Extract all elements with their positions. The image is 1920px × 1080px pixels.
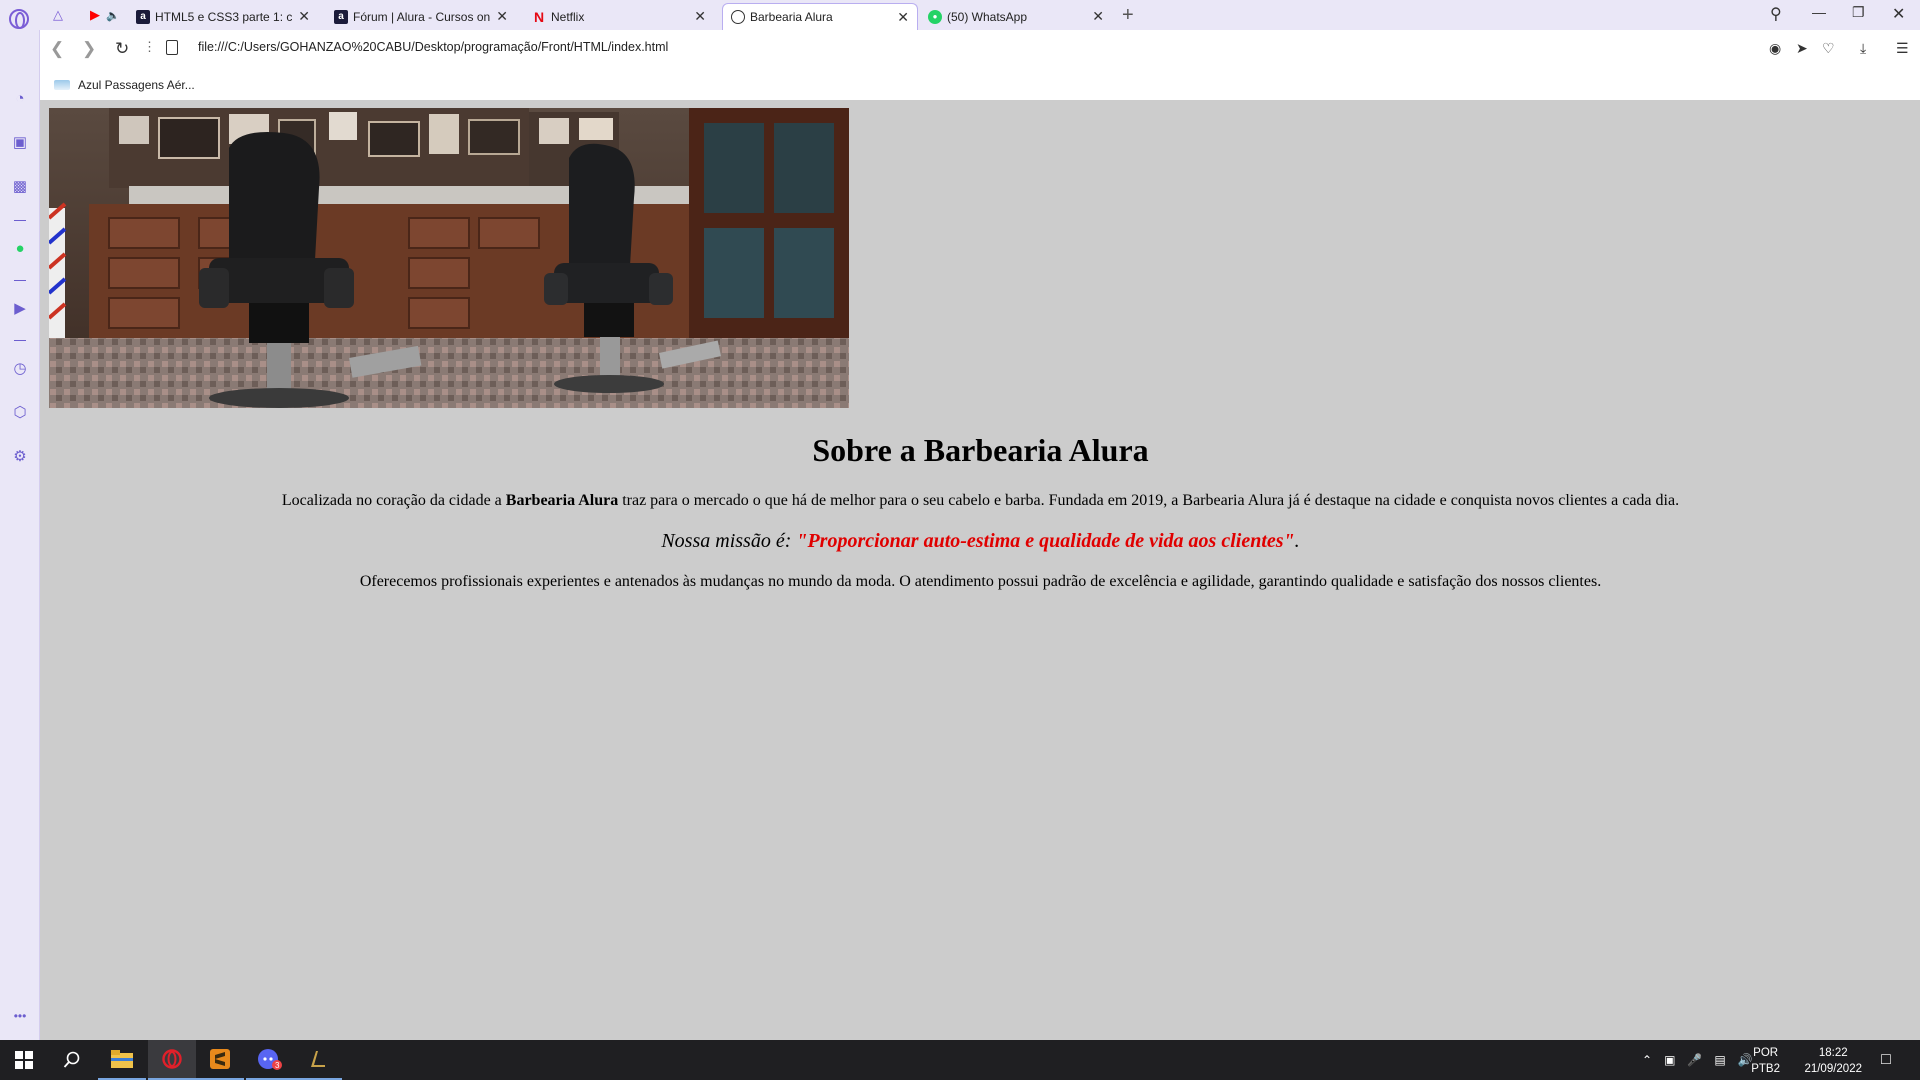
search-tabs-icon[interactable]: ⚲ [1770, 4, 1782, 24]
mission-quote: "Proporcionar auto-estima e qualidade de… [796, 530, 1295, 552]
more-nav-icon: ⋮ [143, 39, 156, 54]
about-text-start: Localizada no coração da cidade a [281, 492, 506, 509]
tab-netflix[interactable]: N Netflix ✕ [524, 3, 714, 30]
download-icon[interactable]: ⤓ [1860, 40, 1866, 57]
page-title: Sobre a Barbearia Alura [812, 432, 1149, 468]
tab-barbearia-alura[interactable]: Barbearia Alura ✕ [722, 3, 918, 30]
forward-button[interactable]: ❯ [82, 39, 96, 59]
gamepad-icon[interactable]: △ [47, 5, 69, 25]
tab-whatsapp[interactable]: ● (50) WhatsApp ✕ [920, 3, 1112, 30]
alura-icon: a [334, 9, 348, 24]
globe-icon [731, 10, 745, 24]
windows-start-icon[interactable] [0, 1040, 48, 1080]
show-hidden-icons-chevron-icon[interactable]: ⌃ [1642, 1053, 1652, 1067]
search-icon[interactable] [48, 1040, 96, 1080]
system-tray: ⌃ ▣ 🎤 ▤ 🔊 [1642, 1040, 1753, 1080]
browser-tab-bar: △ ▶ 🔈 a HTML5 e CSS3 parte 1: crie ✕ a F… [0, 0, 1920, 30]
snapshot-camera-icon[interactable]: ◉ [1769, 40, 1781, 57]
sidebar-separator [14, 340, 26, 341]
back-button[interactable]: ❮ [50, 39, 64, 59]
close-icon[interactable]: ✕ [1092, 8, 1104, 25]
about-paragraph: Localizada no coração da cidade a Barbea… [41, 492, 1920, 510]
reload-button[interactable]: ↻ [115, 39, 129, 59]
about-brand-name: Barbearia Alura [505, 492, 619, 509]
more-dots-icon[interactable]: ••• [10, 1006, 30, 1026]
close-window-button[interactable]: ✕ [1892, 4, 1905, 24]
file-page-icon[interactable] [166, 40, 178, 55]
alura-icon: a [136, 9, 150, 24]
player-icon[interactable]: ▶ [10, 298, 30, 318]
game-launcher-icon[interactable] [294, 1040, 342, 1080]
mission-period: . [1294, 530, 1300, 552]
bookmarks-bar: Azul Passagens Aér... [40, 70, 1920, 100]
heart-icon[interactable]: ♡ [1822, 40, 1835, 57]
speed-dial-icon[interactable]: ◔ [10, 88, 30, 108]
opera-taskbar-icon[interactable] [148, 1040, 196, 1080]
services-paragraph: Oferecemos profissionais experientes e a… [359, 573, 1602, 590]
netflix-icon: N [533, 8, 545, 25]
whatsapp-sidebar-icon[interactable]: ● [10, 238, 30, 258]
taskbar-clock[interactable]: 18:22 21/09/2022 [1804, 1045, 1862, 1077]
whatsapp-icon: ● [928, 9, 942, 24]
sublime-text-icon[interactable] [196, 1040, 244, 1080]
extensions-cube-icon[interactable]: ⬡ [10, 402, 30, 422]
close-icon[interactable]: ✕ [694, 8, 706, 25]
send-icon[interactable]: ➤ [1796, 40, 1808, 57]
address-bar[interactable]: file:///C:/Users/GOHANZAO%20CABU/Desktop… [198, 40, 668, 54]
mission-label: Nossa missão é: [661, 530, 797, 552]
file-explorer-icon[interactable] [98, 1040, 146, 1080]
opera-logo-icon[interactable] [9, 9, 29, 29]
discord-notification-badge: 3 [275, 1061, 280, 1070]
page-content: Sobre a Barbearia Alura Localizada no co… [41, 100, 1920, 1040]
restore-button[interactable]: ❐ [1852, 4, 1865, 21]
close-icon[interactable]: ✕ [298, 8, 310, 25]
sidebar-separator [14, 280, 26, 281]
network-icon[interactable]: ▤ [1714, 1053, 1725, 1067]
barbershop-banner-image [49, 108, 849, 408]
minimize-button[interactable]: — [1812, 4, 1826, 20]
input-language-indicator[interactable]: POR PTB2 [1751, 1045, 1780, 1077]
opera-sidebar: ◔ ▣ ▩ ● ▶ ◷ ⬡ ⚙ ••• [0, 30, 40, 1040]
shopping-bag-icon[interactable]: ▣ [10, 132, 30, 152]
close-icon[interactable]: ✕ [897, 9, 909, 26]
history-icon[interactable]: ◷ [10, 358, 30, 378]
address-toolbar: ❮ ❯ ↻ ⋮ file:///C:/Users/GOHANZAO%20CABU… [40, 30, 1920, 70]
tab-forum-alura[interactable]: a Fórum | Alura - Cursos onli ✕ [326, 3, 516, 30]
sidebar-separator [14, 220, 26, 221]
speaker-icon[interactable]: 🔈 [102, 5, 124, 25]
azul-icon [54, 80, 70, 90]
microphone-icon[interactable]: 🎤 [1687, 1053, 1702, 1067]
easy-setup-icon[interactable]: ☰ [1896, 40, 1909, 57]
mission-statement: Nossa missão é: "Proporcionar auto-estim… [41, 530, 1920, 553]
notification-center-icon[interactable]: □ [1862, 1040, 1910, 1080]
about-text-end: traz para o mercado o que há de melhor p… [618, 492, 1680, 509]
new-tab-button[interactable]: + [1122, 4, 1134, 27]
bookmark-azul[interactable]: Azul Passagens Aér... [54, 78, 195, 92]
twitch-icon[interactable]: ▩ [10, 176, 30, 196]
tab-html5-css3[interactable]: a HTML5 e CSS3 parte 1: crie ✕ [128, 3, 318, 30]
settings-gear-icon[interactable]: ⚙ [10, 446, 30, 466]
windows-taskbar: 3 ⌃ ▣ 🎤 ▤ 🔊 POR PTB2 18:22 21/09/2022 □ [0, 1040, 1920, 1080]
meet-now-icon[interactable]: ▣ [1664, 1053, 1675, 1067]
close-icon[interactable]: ✕ [496, 8, 508, 25]
discord-icon[interactable]: 3 [246, 1040, 294, 1080]
